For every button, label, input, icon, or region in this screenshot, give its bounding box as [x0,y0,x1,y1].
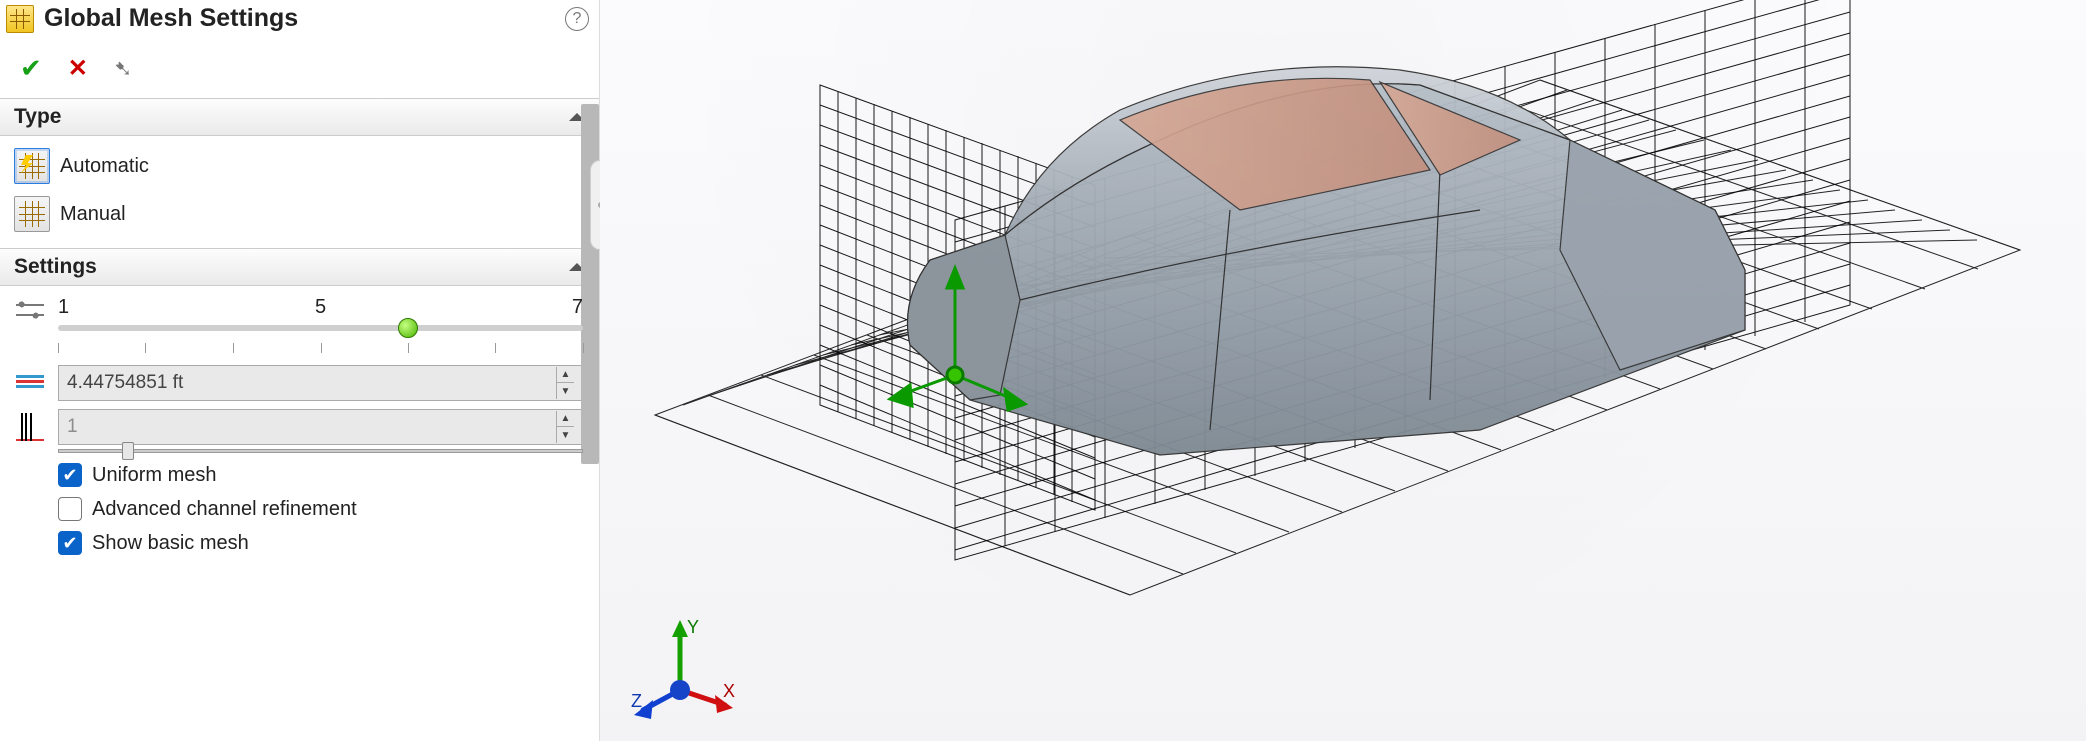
panel-title: Global Mesh Settings [44,4,555,33]
cell-size-value: 4.44754851 ft [67,372,183,394]
slider-mid-label: 5 [315,296,326,319]
slider-thumb[interactable] [398,318,418,338]
show-basic-mesh-label: Show basic mesh [92,532,249,555]
ratio-down[interactable]: ▼ [556,427,574,443]
show-basic-mesh-checkbox[interactable]: ✔ [58,531,82,555]
view-triad-icon[interactable]: Y X Z [625,615,735,725]
automatic-icon [14,148,50,184]
cell-size-input[interactable]: 4.44754851 ft ▲ ▼ [58,365,583,401]
section-settings-title: Settings [14,255,97,279]
slider-ticks [58,343,583,357]
slider-labels: 1 5 7 [58,296,583,319]
mesh-settings-icon [6,5,34,33]
advanced-channel-checkbox[interactable] [58,497,82,521]
manual-icon [14,196,50,232]
type-manual-option[interactable]: Manual [12,194,587,234]
advanced-channel-row[interactable]: Advanced channel refinement [12,487,587,521]
graphics-viewport[interactable]: Y X Z [600,0,2086,741]
slider-max-label: 7 [572,296,583,319]
ratio-slider-thumb[interactable] [122,442,134,460]
uniform-mesh-row[interactable]: ✔ Uniform mesh [12,453,587,487]
type-manual-label: Manual [60,203,126,226]
section-type-title: Type [14,105,61,129]
resolution-slider[interactable] [58,325,583,331]
panel-header: Global Mesh Settings ? [0,0,599,39]
show-basic-mesh-row[interactable]: ✔ Show basic mesh [12,521,587,555]
cancel-button[interactable]: ✕ [68,54,88,83]
ratio-input[interactable]: 1 ▲ ▼ [58,409,583,445]
car-model [908,67,1746,455]
scene-3d [600,0,2086,741]
type-automatic-label: Automatic [60,155,149,178]
triad-y-label: Y [687,617,699,637]
cell-size-icon [16,369,44,397]
cell-size-up[interactable]: ▲ [556,367,574,383]
triad-z-label: Z [631,691,642,711]
ratio-slider[interactable] [58,449,583,453]
ratio-up[interactable]: ▲ [556,411,574,427]
command-row: ✔ ✕ ➸ [0,39,599,98]
uniform-mesh-label: Uniform mesh [92,464,216,487]
slider-min-label: 1 [58,296,69,319]
triad-x-label: X [723,681,735,701]
pin-button[interactable]: ➸ [107,53,138,84]
advanced-channel-label: Advanced channel refinement [92,498,357,521]
help-icon[interactable]: ? [565,7,589,31]
ratio-value: 1 [67,416,78,438]
uniform-mesh-checkbox[interactable]: ✔ [58,463,82,487]
section-type-header[interactable]: Type [0,98,599,136]
panel-scrollbar[interactable] [581,104,599,464]
resolution-icon [16,296,44,324]
ok-button[interactable]: ✔ [20,53,42,84]
cell-size-down[interactable]: ▼ [556,383,574,399]
section-settings-header[interactable]: Settings [0,248,599,286]
ratio-icon [16,413,44,441]
property-panel: Global Mesh Settings ? ✔ ✕ ➸ Type Automa… [0,0,600,741]
type-automatic-option[interactable]: Automatic [12,146,587,186]
